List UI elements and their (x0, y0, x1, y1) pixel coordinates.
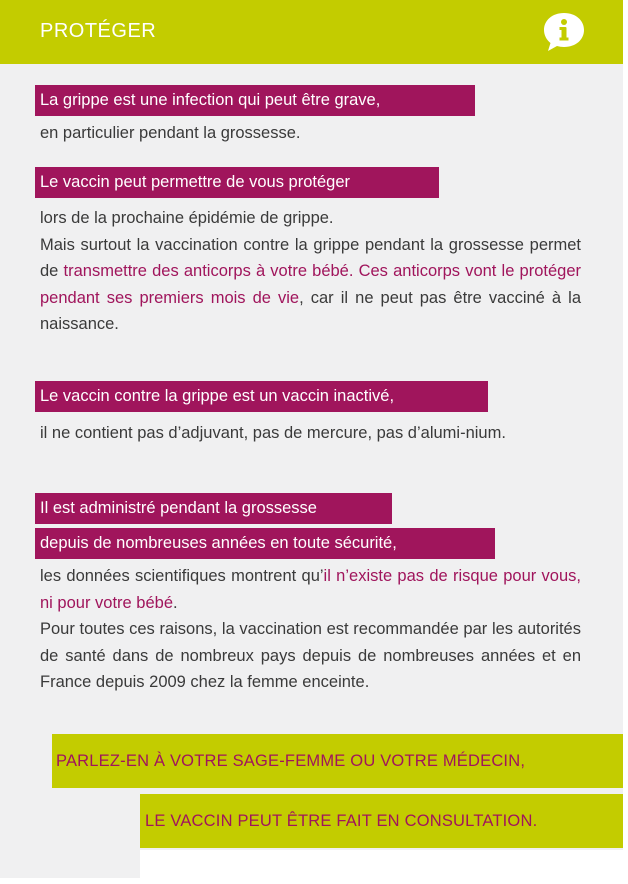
header-bar: PROTÉGER (0, 0, 623, 64)
paragraph-text: . (173, 593, 178, 612)
paragraph-anticorps: lors de la prochaine épidémie de grippe.… (40, 205, 581, 338)
highlight-vaccin-inactive: Le vaccin contre la grippe est un vaccin… (35, 381, 488, 412)
corner-fill (140, 850, 623, 878)
info-speech-bubble-icon (544, 13, 584, 51)
page: PROTÉGER La grippe est une infection qui… (0, 0, 623, 878)
paragraph-text: les données scientifiques montrent qu’ (40, 567, 324, 585)
highlight-securite: depuis de nombreuses années en toute séc… (35, 528, 495, 559)
paragraph-text: il ne contient pas d’adjuvant, pas de me… (40, 424, 506, 442)
paragraph-text: lors de la prochaine épidémie de grippe. (40, 209, 334, 227)
paragraph-adjuvant: il ne contient pas d’adjuvant, pas de me… (40, 420, 581, 447)
callout-parlez-en: PARLEZ-EN À VOTRE SAGE-FEMME OU VOTRE MÉ… (52, 734, 623, 788)
highlight-vaccin-protéger: Le vaccin peut permettre de vous protége… (35, 167, 439, 198)
paragraph-grossesse: en particulier pendant la grossesse. (40, 120, 581, 147)
paragraph-text: Pour toutes ces raisons, la vaccination … (40, 620, 581, 691)
page-title: PROTÉGER (40, 20, 157, 42)
paragraph-text: en particulier pendant la grossesse. (40, 124, 301, 142)
callout-consultation: LE VACCIN PEUT ÊTRE FAIT EN CONSULTATION… (140, 794, 623, 848)
highlight-administre: Il est administré pendant la grossesse (35, 493, 392, 524)
highlight-grippe-grave: La grippe est une infection qui peut êtr… (35, 85, 475, 116)
paragraph-donnees-scientifiques: les données scientifiques montrent qu’il… (40, 563, 581, 696)
